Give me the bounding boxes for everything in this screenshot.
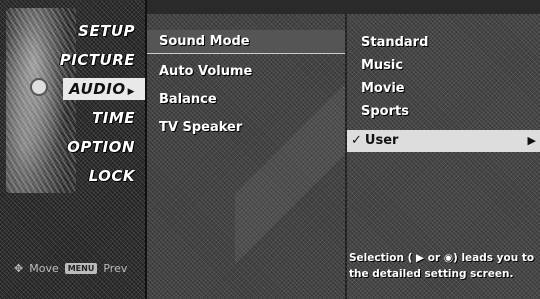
category-lock[interactable]: LOCK — [89, 165, 135, 187]
value-user-label: User — [364, 133, 399, 148]
value-standard[interactable]: Standard — [347, 32, 540, 54]
tv-osd-screen: SETUP PICTURE AUDIO ▶ TIME OPTION LOCK ✥ … — [0, 0, 540, 299]
option-auto-volume[interactable]: Auto Volume — [147, 60, 345, 84]
value-user[interactable]: ✓ User ▶ — [347, 130, 540, 152]
help-line-1: Selection ( ▶ or ◉) leads you to — [349, 252, 535, 264]
move-label: Move — [29, 262, 59, 275]
option-balance[interactable]: Balance — [147, 88, 345, 112]
check-icon: ✓ — [351, 133, 362, 148]
audio-options-panel: Sound Mode Auto Volume Balance TV Speake… — [147, 14, 345, 299]
nav-hint: ✥ Move MENU Prev — [14, 262, 127, 275]
help-line-2: the detailed setting screen. — [349, 268, 514, 280]
option-tv-speaker[interactable]: TV Speaker — [147, 116, 345, 140]
top-bar — [147, 0, 540, 14]
category-audio[interactable]: AUDIO ▶ — [63, 78, 145, 100]
chevron-right-icon: ▶ — [127, 87, 135, 97]
category-picture[interactable]: PICTURE — [60, 49, 135, 71]
category-setup[interactable]: SETUP — [78, 20, 135, 42]
value-sports[interactable]: Sports — [347, 101, 540, 123]
category-audio-label: AUDIO — [69, 80, 126, 98]
prev-label: Prev — [103, 262, 128, 275]
audio-disc-icon — [30, 78, 48, 96]
dpad-icon: ✥ — [14, 262, 24, 275]
value-music[interactable]: Music — [347, 55, 540, 77]
category-time[interactable]: TIME — [92, 107, 135, 129]
option-sound-mode[interactable]: Sound Mode — [147, 30, 345, 54]
menu-artwork — [6, 8, 76, 193]
help-text: Selection ( ▶ or ◉) leads you to the det… — [349, 250, 539, 282]
value-movie[interactable]: Movie — [347, 78, 540, 100]
menu-key-icon: MENU — [64, 263, 98, 274]
category-option[interactable]: OPTION — [67, 136, 135, 158]
category-menu: SETUP PICTURE AUDIO ▶ TIME OPTION LOCK ✥ … — [0, 0, 147, 299]
sound-mode-values-panel: Standard Music Movie Sports ✓ User ▶ Sele… — [347, 14, 540, 299]
right-triangle-icon: ▶ — [527, 134, 536, 147]
